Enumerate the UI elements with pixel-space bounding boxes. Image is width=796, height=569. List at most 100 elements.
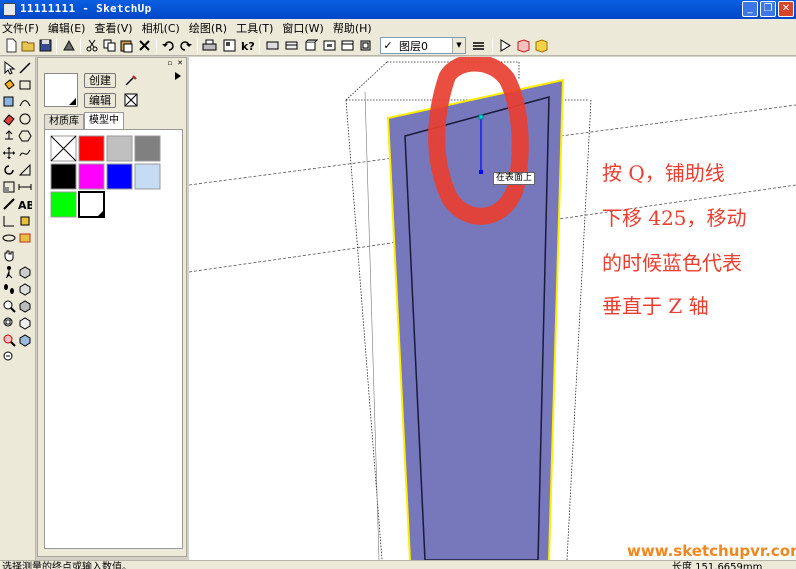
zoom-window-icon[interactable]	[2, 316, 16, 330]
protractor-icon[interactable]	[18, 163, 32, 177]
cube-view-icon[interactable]	[18, 265, 32, 279]
material-swatch[interactable]	[78, 163, 105, 190]
zoom-extents-icon[interactable]	[2, 333, 16, 347]
polygon-icon[interactable]	[18, 129, 32, 143]
top-view-icon[interactable]	[284, 38, 299, 53]
close-button[interactable]: ✕	[778, 1, 794, 17]
sample-paint-icon[interactable]	[124, 73, 138, 87]
material-tabs: 材质库 模型中	[44, 112, 124, 129]
material-swatch[interactable]	[50, 191, 77, 218]
rectangle-icon[interactable]	[18, 78, 32, 92]
undo-icon[interactable]	[161, 38, 176, 53]
section-cut-icon[interactable]	[516, 38, 531, 53]
erase-icon[interactable]	[137, 38, 152, 53]
material-swatch[interactable]	[134, 163, 161, 190]
circle-icon[interactable]	[18, 112, 32, 126]
follow-me-icon[interactable]	[18, 214, 32, 228]
window-title: 11111111 - SketchUp	[20, 2, 152, 15]
minimize-button[interactable]: _	[742, 1, 758, 17]
create-material-button[interactable]: 创建	[84, 73, 116, 88]
make-component-icon[interactable]	[62, 38, 77, 53]
model-viewport[interactable]: 在表面上 按 Q，铺助线 下移 425，移动 的时候蓝色代表 垂直于 Z 轴 w…	[189, 57, 796, 560]
minimize-panel-icon[interactable]: ▫	[166, 59, 174, 67]
right-view-icon[interactable]	[322, 38, 337, 53]
text-tool-icon[interactable]: AB	[18, 197, 32, 211]
offset-icon[interactable]	[18, 231, 32, 245]
rotate-icon[interactable]	[2, 163, 16, 177]
sketchup-app-icon[interactable]	[3, 3, 16, 16]
svg-text:k?: k?	[241, 40, 255, 53]
material-swatch[interactable]	[134, 135, 161, 162]
close-panel-icon[interactable]: ✕	[176, 59, 184, 67]
material-preview	[44, 73, 78, 107]
material-swatch[interactable]	[78, 135, 105, 162]
title-bar: 11111111 - SketchUp _ ❐ ✕	[0, 0, 796, 19]
material-swatch[interactable]	[106, 135, 133, 162]
iso-view-icon[interactable]	[265, 38, 280, 53]
push-pull-icon[interactable]	[2, 129, 16, 143]
orbit-icon[interactable]	[2, 231, 16, 245]
tape-measure-icon[interactable]	[2, 197, 16, 211]
menu-view[interactable]: 查看(V)	[94, 20, 132, 36]
scale-icon[interactable]	[2, 180, 16, 194]
menu-file[interactable]: 文件(F)	[2, 20, 39, 36]
section-display-icon[interactable]	[534, 38, 549, 53]
default-material-icon[interactable]	[124, 93, 138, 107]
new-file-icon[interactable]	[4, 38, 19, 53]
move-icon[interactable]	[2, 146, 16, 160]
swatch-svg	[50, 135, 161, 218]
material-swatch[interactable]	[50, 163, 77, 190]
status-bar: 选择测量的终点或输入数值。 长度 151.6659mm	[0, 560, 796, 569]
material-swatch[interactable]	[106, 163, 133, 190]
layer-manager-icon[interactable]	[471, 38, 486, 53]
pan-hand-icon[interactable]	[2, 248, 16, 262]
tab-library[interactable]: 材质库	[44, 114, 84, 129]
material-swatch[interactable]	[78, 191, 105, 218]
previous-view-icon[interactable]	[2, 350, 16, 364]
maximize-button[interactable]: ❐	[760, 1, 776, 17]
section-plane-icon[interactable]	[498, 38, 513, 53]
chevron-down-icon[interactable]: ▼	[452, 38, 465, 53]
cube-view-5-icon[interactable]	[18, 333, 32, 347]
open-folder-icon[interactable]	[21, 38, 36, 53]
arc-icon[interactable]	[18, 95, 32, 109]
zoom-icon[interactable]	[2, 299, 16, 313]
details-arrow-icon[interactable]	[174, 71, 182, 81]
menu-draw[interactable]: 绘图(R)	[189, 20, 227, 36]
component-icon[interactable]	[2, 95, 16, 109]
paste-icon[interactable]	[119, 38, 134, 53]
cut-icon[interactable]	[85, 38, 100, 53]
walk-icon[interactable]	[2, 265, 16, 279]
paint-bucket-icon[interactable]	[2, 78, 16, 92]
copy-icon[interactable]	[102, 38, 117, 53]
model-info-icon[interactable]	[222, 38, 237, 53]
menu-window[interactable]: 窗口(W)	[282, 20, 323, 36]
menu-tools[interactable]: 工具(T)	[236, 20, 273, 36]
tab-in-model[interactable]: 模型中	[84, 112, 124, 129]
select-arrow-icon[interactable]	[2, 61, 16, 75]
save-icon[interactable]	[38, 38, 53, 53]
line-pencil-icon[interactable]	[18, 61, 32, 75]
help-icon[interactable]: k?	[240, 38, 255, 53]
layer-dropdown[interactable]: ✓ 图层0 ▼	[380, 37, 466, 54]
footprints-icon[interactable]	[2, 282, 16, 296]
edit-material-button[interactable]: 编辑	[84, 93, 116, 108]
menu-edit[interactable]: 编辑(E)	[48, 20, 86, 36]
left-view-icon[interactable]	[358, 38, 373, 53]
freehand-icon[interactable]	[18, 146, 32, 160]
back-view-icon[interactable]	[340, 38, 355, 53]
dimension-icon[interactable]	[18, 180, 32, 194]
front-view-icon[interactable]	[303, 38, 318, 53]
redo-icon[interactable]	[178, 38, 193, 53]
materials-panel: ▫ ✕ 创建 编辑 材质库 模型中	[37, 57, 187, 557]
cube-view-3-icon[interactable]	[18, 299, 32, 313]
cube-view-2-icon[interactable]	[18, 282, 32, 296]
length-measurement[interactable]: 长度 151.6659mm	[672, 561, 762, 569]
cube-view-4-icon[interactable]	[18, 316, 32, 330]
guide-start-point	[478, 114, 484, 120]
print-icon[interactable]	[202, 38, 217, 53]
menu-camera[interactable]: 相机(C)	[142, 20, 180, 36]
axes-icon[interactable]	[2, 214, 16, 228]
menu-help[interactable]: 帮助(H)	[333, 20, 372, 36]
eraser-icon[interactable]	[2, 112, 16, 126]
